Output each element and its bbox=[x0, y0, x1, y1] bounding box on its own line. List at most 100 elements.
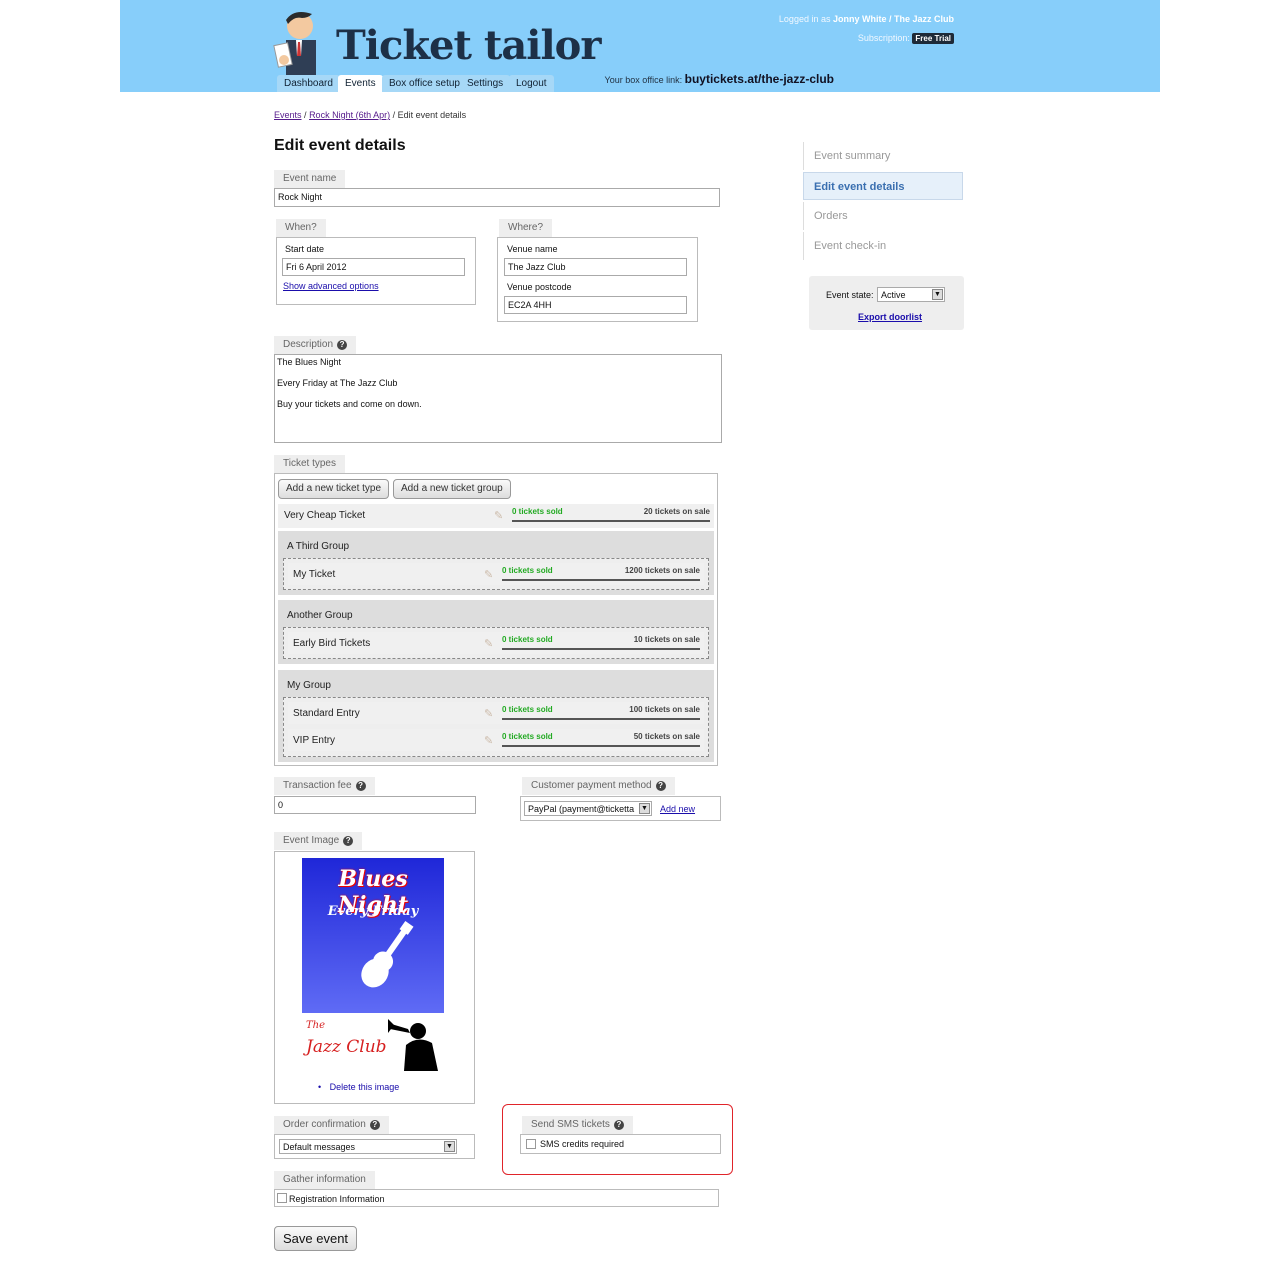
logged-in-prefix: Logged in as bbox=[778, 14, 831, 24]
sms-label: Send SMS tickets? bbox=[522, 1116, 633, 1134]
subscription-badge[interactable]: Free Trial bbox=[912, 33, 954, 44]
tickets-on-sale: 20 tickets on sale bbox=[643, 507, 710, 516]
tickets-on-sale: 10 tickets on sale bbox=[633, 635, 700, 644]
event-name-input[interactable]: Rock Night bbox=[274, 188, 720, 207]
logged-in-info: Logged in as Jonny White / The Jazz Club bbox=[779, 14, 954, 24]
help-icon[interactable]: ? bbox=[655, 781, 666, 791]
ticket-row[interactable]: Standard Entry ✎ 0 tickets sold 100 tick… bbox=[288, 702, 704, 724]
nav-logout[interactable]: Logout bbox=[509, 75, 554, 92]
club-logo-the: The bbox=[306, 1020, 326, 1031]
chevron-down-icon: ▼ bbox=[639, 803, 650, 814]
chevron-down-icon: ▼ bbox=[444, 1141, 455, 1152]
add-ticket-type-button[interactable]: Add a new ticket type bbox=[278, 479, 390, 499]
ticket-name: My Ticket bbox=[293, 569, 336, 580]
sales-progress-bar bbox=[502, 648, 700, 650]
breadcrumb: Events / Rock Night (6th Apr) / Edit eve… bbox=[274, 110, 466, 120]
help-icon[interactable]: ? bbox=[369, 1120, 380, 1130]
sms-checkbox[interactable] bbox=[526, 1139, 536, 1149]
payment-method-label: Customer payment method? bbox=[522, 777, 675, 795]
ticket-name: Standard Entry bbox=[293, 708, 360, 719]
breadcrumb-events[interactable]: Events bbox=[274, 110, 302, 120]
box-office-label: Your box office link: bbox=[604, 75, 683, 85]
logged-in-user[interactable]: Jonny White / The Jazz Club bbox=[833, 14, 954, 24]
breadcrumb-event[interactable]: Rock Night (6th Apr) bbox=[309, 110, 390, 120]
payment-method-value: PayPal (payment@ticketta bbox=[528, 804, 635, 814]
ticket-row[interactable]: My Ticket ✎ 0 tickets sold 1200 tickets … bbox=[288, 563, 704, 585]
order-confirmation-label: Order confirmation? bbox=[274, 1116, 389, 1134]
subscription-label: Subscription: bbox=[857, 33, 910, 43]
start-date-label: Start date bbox=[285, 244, 325, 254]
sidebar-item-edit-event-details[interactable]: Edit event details bbox=[803, 172, 963, 200]
when-label: When? bbox=[276, 219, 326, 237]
ticket-group-name: Another Group bbox=[287, 610, 353, 621]
help-icon[interactable]: ? bbox=[337, 340, 348, 350]
registration-info-checkbox[interactable] bbox=[277, 1193, 287, 1203]
box-office-link[interactable]: buytickets.at/the-jazz-club bbox=[685, 72, 834, 86]
nav-settings[interactable]: Settings bbox=[460, 75, 511, 92]
sales-progress-bar bbox=[502, 718, 700, 720]
ticket-icon: ✎ bbox=[484, 638, 494, 650]
ticket-name: Very Cheap Ticket bbox=[284, 510, 366, 521]
ticket-icon: ✎ bbox=[484, 708, 494, 720]
payment-method-select[interactable]: PayPal (payment@ticketta ▼ bbox=[524, 801, 652, 816]
sidebar-item-event-summary[interactable]: Event summary bbox=[803, 142, 963, 170]
export-doorlist-link[interactable]: Export doorlist bbox=[858, 312, 922, 322]
tickets-sold: 0 tickets sold bbox=[502, 732, 553, 741]
ticket-row[interactable]: VIP Entry ✎ 0 tickets sold 50 tickets on… bbox=[288, 729, 704, 751]
start-date-input[interactable]: Fri 6 April 2012 bbox=[282, 258, 465, 276]
help-icon[interactable]: ? bbox=[355, 781, 366, 791]
help-icon[interactable]: ? bbox=[343, 836, 354, 846]
event-image-label-text: Event Image bbox=[283, 835, 340, 846]
registration-info-label: Registration Information bbox=[289, 1194, 385, 1204]
description-line: Buy your tickets and come on down. bbox=[277, 399, 422, 409]
nav-events[interactable]: Events bbox=[338, 75, 383, 92]
tickets-sold: 0 tickets sold bbox=[502, 635, 553, 644]
venue-postcode-input[interactable]: EC2A 4HH bbox=[504, 296, 687, 314]
tickets-on-sale: 1200 tickets on sale bbox=[624, 566, 700, 575]
where-label: Where? bbox=[499, 219, 553, 237]
subscription-info: Subscription: Free Trial bbox=[858, 33, 954, 44]
delete-image-item: • Delete this image bbox=[318, 1082, 399, 1092]
description-label-text: Description bbox=[283, 339, 334, 350]
nav-box-office-setup[interactable]: Box office setup bbox=[382, 75, 467, 92]
mascot-logo-icon bbox=[273, 12, 316, 76]
transaction-fee-label-text: Transaction fee bbox=[283, 780, 352, 791]
venue-name-label: Venue name bbox=[507, 244, 558, 254]
ticket-name: Early Bird Tickets bbox=[293, 638, 371, 649]
breadcrumb-current: Edit event details bbox=[397, 110, 467, 120]
description-textarea[interactable]: The Blues Night Every Friday at The Jazz… bbox=[274, 354, 722, 443]
box-office-link-row: Your box office link: buytickets.at/the-… bbox=[605, 72, 834, 86]
nav-dashboard[interactable]: Dashboard bbox=[277, 75, 340, 92]
show-advanced-options-link[interactable]: Show advanced options bbox=[283, 281, 379, 291]
add-payment-method-link[interactable]: Add new bbox=[660, 804, 695, 814]
description-line: Every Friday at The Jazz Club bbox=[277, 378, 398, 388]
transaction-fee-input[interactable]: 0 bbox=[274, 796, 476, 814]
delete-image-link[interactable]: Delete this image bbox=[330, 1082, 400, 1092]
save-event-button[interactable]: Save event bbox=[274, 1226, 358, 1251]
sales-progress-bar bbox=[502, 745, 700, 747]
order-confirmation-select[interactable]: Default messages ▼ bbox=[279, 1139, 457, 1154]
breadcrumb-separator: / bbox=[304, 110, 307, 120]
ticket-group-name: My Group bbox=[287, 680, 331, 691]
sidebar-item-event-check-in[interactable]: Event check-in bbox=[803, 232, 963, 260]
tickets-sold: 0 tickets sold bbox=[502, 705, 553, 714]
add-ticket-group-button[interactable]: Add a new ticket group bbox=[393, 479, 511, 499]
order-confirmation-value: Default messages bbox=[283, 1142, 356, 1152]
sales-progress-bar bbox=[512, 520, 710, 522]
ticket-row[interactable]: Very Cheap Ticket ✎ 0 tickets sold 20 ti… bbox=[278, 504, 714, 528]
help-icon[interactable]: ? bbox=[613, 1120, 624, 1130]
event-state-select[interactable]: Active ▼ bbox=[877, 287, 945, 302]
ticket-icon: ✎ bbox=[494, 510, 504, 522]
page-title: Edit event details bbox=[274, 137, 406, 154]
venue-name-input[interactable]: The Jazz Club bbox=[504, 258, 687, 276]
tickets-on-sale: 100 tickets on sale bbox=[629, 705, 700, 714]
sidebar-item-orders[interactable]: Orders bbox=[803, 202, 963, 230]
event-name-label: Event name bbox=[274, 170, 346, 188]
ticket-icon: ✎ bbox=[484, 569, 494, 581]
venue-postcode-label: Venue postcode bbox=[507, 282, 572, 292]
order-confirmation-label-text: Order confirmation bbox=[283, 1119, 366, 1130]
event-state-label: Event state: bbox=[826, 290, 874, 300]
ticket-group-name: A Third Group bbox=[287, 541, 350, 552]
tickets-sold: 0 tickets sold bbox=[512, 507, 563, 516]
ticket-row[interactable]: Early Bird Tickets ✎ 0 tickets sold 10 t… bbox=[288, 632, 704, 654]
